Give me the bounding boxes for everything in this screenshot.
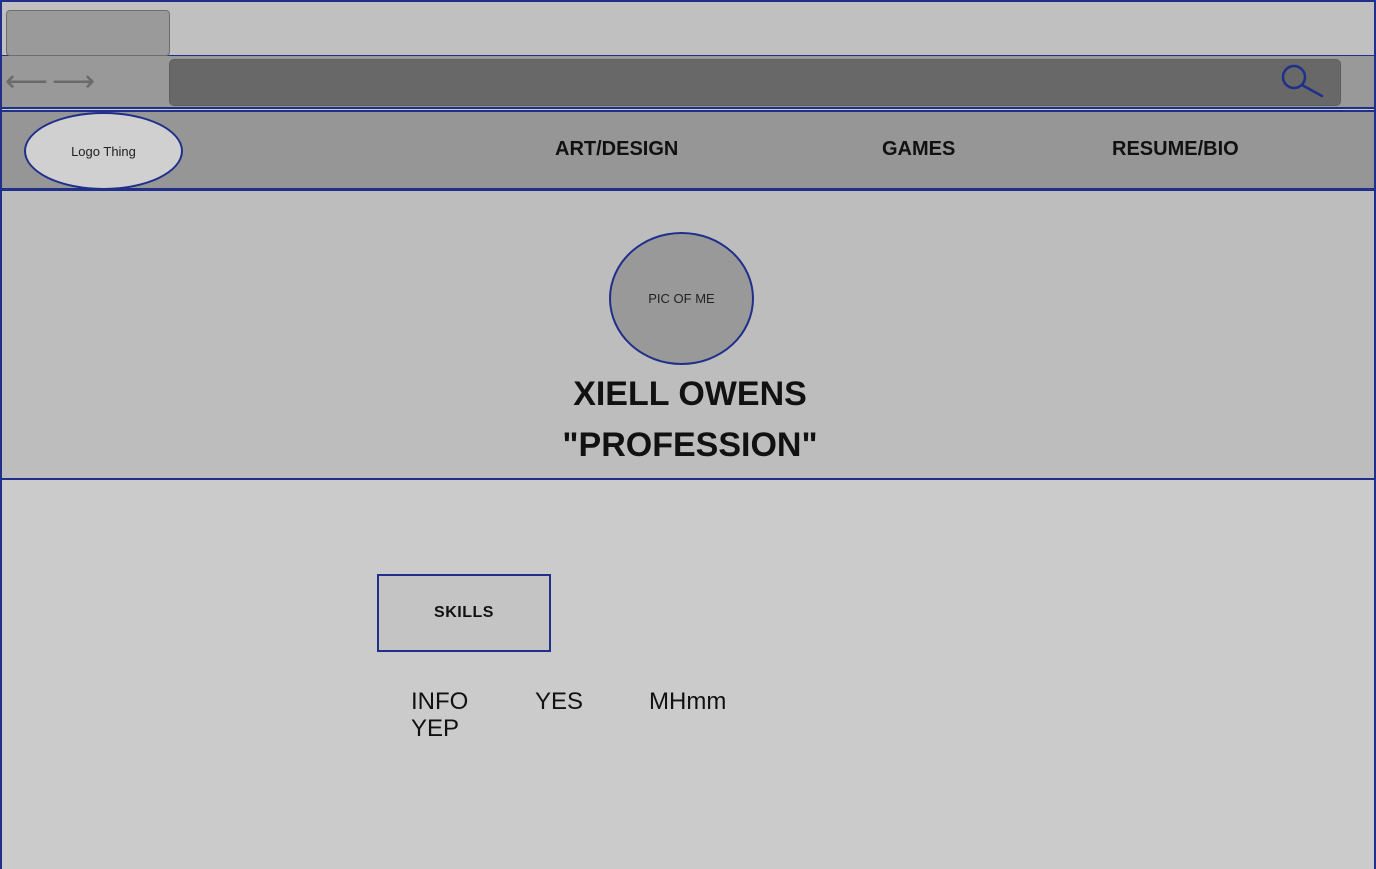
nav-link-art-design[interactable]: ART/DESIGN [555, 138, 678, 161]
hero-name: XIELL OWENS [573, 375, 807, 413]
profile-photo: PIC OF ME [609, 232, 754, 365]
site-header: Logo Thing ART/DESIGN GAMES RESUME/BIO [0, 110, 1376, 190]
skill-item: YES [535, 688, 584, 715]
logo-label: Logo Thing [71, 143, 136, 159]
nav-link-games[interactable]: GAMES [882, 138, 955, 161]
forward-arrow-icon[interactable]: ⟶ [52, 65, 95, 99]
address-bar-input[interactable] [169, 59, 1341, 106]
profile-photo-label: PIC OF ME [648, 291, 715, 306]
skill-item: INFO YEP [411, 688, 469, 742]
search-icon[interactable] [1280, 63, 1324, 99]
back-arrow-icon[interactable]: ⟵ [5, 65, 48, 99]
skills-title: SKILLS [434, 604, 494, 621]
browser-address-row: ⟵ ⟶ [0, 56, 1376, 109]
skill-item: MHmm [649, 688, 727, 715]
browser-tab-strip [0, 0, 1376, 56]
skills-heading-box: SKILLS [377, 574, 551, 652]
hero-section: PIC OF ME XIELL OWENS "PROFESSION" [0, 190, 1376, 480]
browser-tab[interactable] [6, 10, 170, 56]
site-logo[interactable]: Logo Thing [24, 112, 183, 190]
nav-link-resume-bio[interactable]: RESUME/BIO [1112, 138, 1239, 161]
hero-profession: "PROFESSION" [562, 426, 818, 464]
